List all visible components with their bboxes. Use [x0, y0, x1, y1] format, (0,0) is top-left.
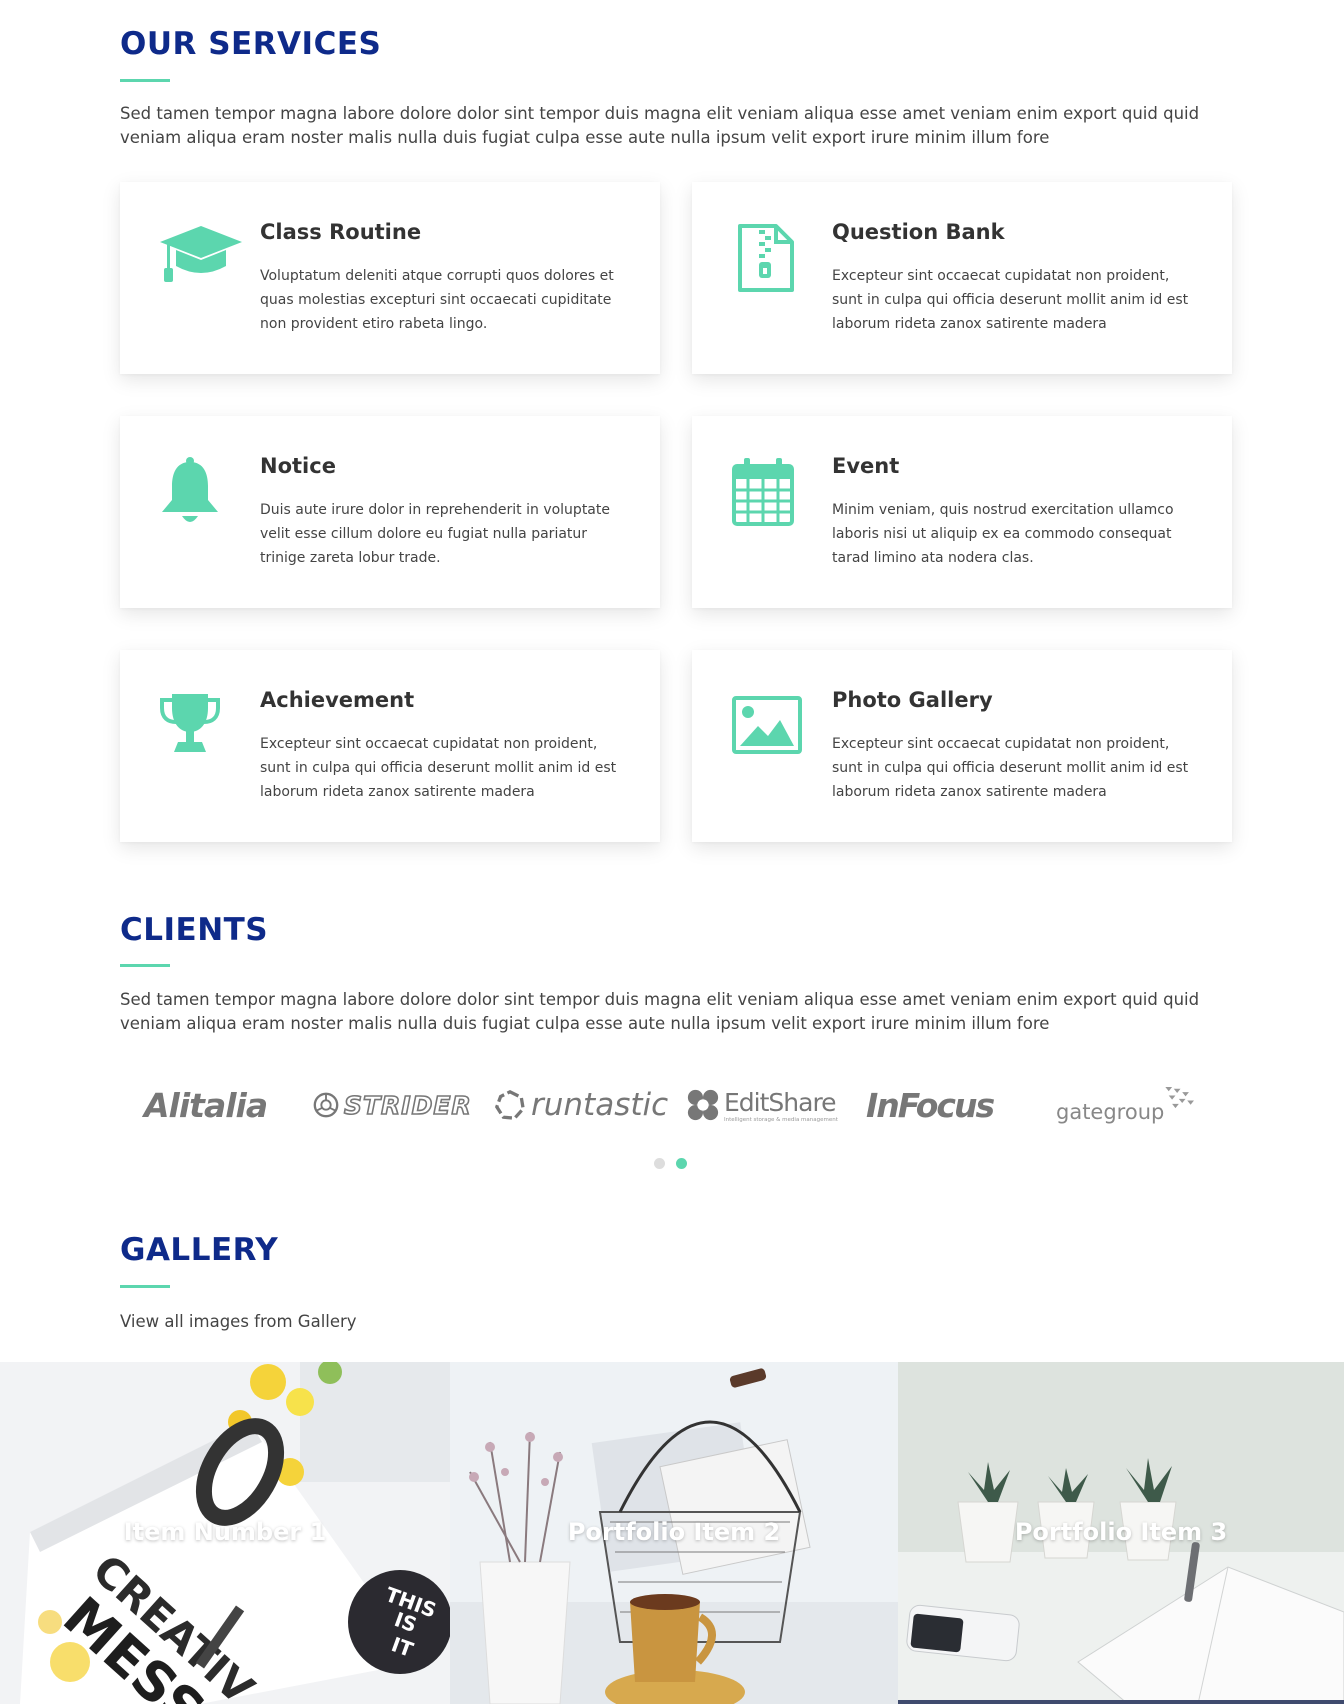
service-description: Duis aute irure dolor in reprehenderit i… — [260, 502, 610, 566]
service-description: Excepteur sint occaecat cupidatat non pr… — [260, 736, 617, 800]
service-card-event[interactable]: Event Minim veniam, quis nostrud exercit… — [692, 416, 1232, 608]
zip-file-icon — [730, 222, 816, 294]
client-logo-carousel[interactable]: Alitalia STRIDER runtastic EditShare Int… — [120, 1078, 1230, 1132]
service-card-photo-gallery[interactable]: Photo Gallery Excepteur sint occaecat cu… — [692, 650, 1232, 842]
gallery-item-2[interactable]: Portfolio Item 2 — [450, 1362, 898, 1704]
services-title: OUR SERVICES — [120, 26, 382, 62]
services-title-underline — [120, 79, 170, 82]
editshare-emblem-icon — [687, 1089, 719, 1121]
graduation-cap-icon — [158, 222, 244, 294]
calendar-icon — [730, 456, 816, 528]
gallery-caption[interactable]: Item Number 1 — [0, 1518, 450, 1546]
client-logo-runtastic[interactable]: runtastic — [494, 1078, 674, 1132]
service-card-notice[interactable]: Notice Duis aute irure dolor in reprehen… — [120, 416, 660, 608]
service-card-class-routine[interactable]: Class Routine Voluptatum deleniti atque … — [120, 182, 660, 374]
gallery-item-1[interactable]: CREATIV MESS THIS IS IT Item Number 1 — [0, 1362, 450, 1704]
bell-icon — [158, 456, 244, 528]
service-description: Excepteur sint occaecat cupidatat non pr… — [832, 736, 1189, 800]
strider-emblem-icon — [313, 1092, 339, 1118]
client-logo-infocus[interactable]: InFocus — [866, 1078, 1016, 1132]
services-intro: Sed tamen tempor magna labore dolore dol… — [120, 104, 1200, 147]
gallery-title-underline — [120, 1285, 170, 1288]
client-logo-alitalia[interactable]: Alitalia — [144, 1078, 284, 1132]
service-title: Question Bank — [832, 220, 1005, 244]
carousel-dot-2-active[interactable] — [676, 1158, 687, 1169]
clients-title: CLIENTS — [120, 912, 269, 948]
image-icon — [730, 690, 816, 762]
service-card-question-bank[interactable]: Question Bank Excepteur sint occaecat cu… — [692, 182, 1232, 374]
client-logo-editshare[interactable]: EditShare Intelligent storage & media ma… — [686, 1078, 846, 1132]
client-logo-strider[interactable]: STRIDER — [312, 1078, 492, 1132]
gallery-caption[interactable]: Portfolio Item 2 — [450, 1518, 898, 1546]
gallery-caption[interactable]: Portfolio Item 3 — [898, 1518, 1344, 1546]
clients-title-underline — [120, 964, 170, 967]
service-title: Class Routine — [260, 220, 422, 244]
client-logo-gategroup[interactable]: gategroup — [1056, 1078, 1196, 1132]
service-title: Photo Gallery — [832, 688, 993, 712]
service-title: Event — [832, 454, 900, 478]
gategroup-emblem-icon — [1165, 1087, 1195, 1109]
service-title: Achievement — [260, 688, 415, 712]
runtastic-emblem-icon — [494, 1089, 525, 1120]
gallery-subtitle[interactable]: View all images from Gallery — [120, 1310, 1230, 1334]
service-description: Excepteur sint occaecat cupidatat non pr… — [832, 268, 1189, 332]
service-description: Minim veniam, quis nostrud exercitation … — [832, 502, 1174, 566]
trophy-icon — [158, 690, 244, 762]
carousel-dot-1[interactable] — [654, 1158, 665, 1169]
editshare-tagline: Intelligent storage & media management — [724, 1116, 838, 1123]
gallery-title: GALLERY — [120, 1232, 279, 1268]
service-title: Notice — [260, 454, 336, 478]
clients-intro: Sed tamen tempor magna labore dolore dol… — [120, 990, 1200, 1033]
service-description: Voluptatum deleniti atque corrupti quos … — [260, 268, 614, 332]
service-card-achievement[interactable]: Achievement Excepteur sint occaecat cupi… — [120, 650, 660, 842]
gallery-item-3[interactable]: Portfolio Item 3 — [898, 1362, 1344, 1704]
